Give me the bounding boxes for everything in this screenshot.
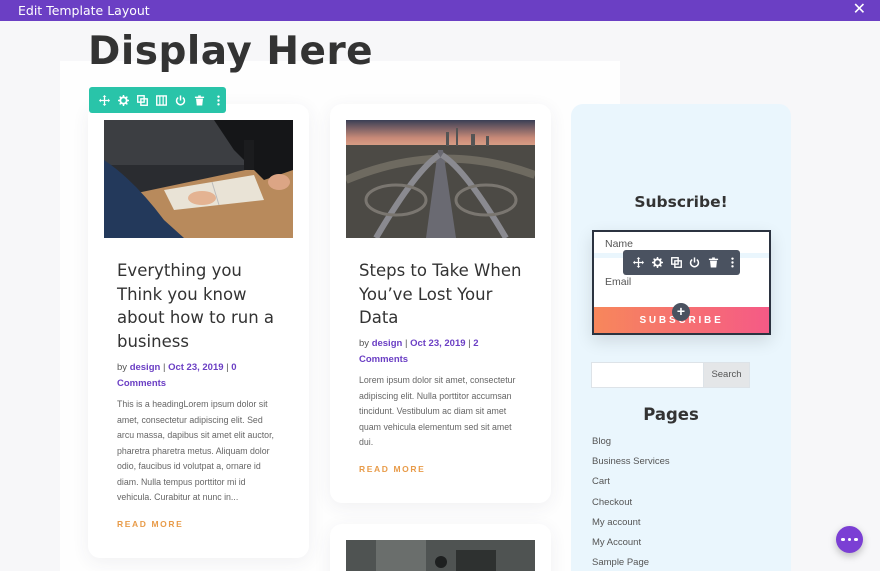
post-title[interactable]: Everything you Think you know about how … bbox=[117, 259, 287, 353]
more-dots-icon[interactable] bbox=[836, 526, 863, 553]
builder-canvas: Display Here Everything you Think you kn… bbox=[0, 21, 880, 571]
search-input[interactable] bbox=[591, 362, 704, 388]
post-image[interactable] bbox=[346, 540, 535, 571]
columns-icon[interactable] bbox=[154, 92, 170, 108]
page-link[interactable]: My Account bbox=[592, 533, 670, 553]
pages-title: Pages bbox=[643, 405, 699, 424]
blog-post-card[interactable] bbox=[330, 524, 551, 571]
pages-list: Blog Business Services Cart Checkout My … bbox=[592, 432, 670, 571]
page-link[interactable]: Sample Page bbox=[592, 553, 670, 571]
page-heading: Display Here bbox=[88, 29, 374, 74]
read-more-link[interactable]: READ MORE bbox=[359, 464, 425, 474]
post-date: Oct 23, 2019 bbox=[168, 362, 224, 373]
post-image[interactable] bbox=[104, 120, 293, 238]
post-date: Oct 23, 2019 bbox=[410, 338, 466, 349]
post-title[interactable]: Steps to Take When You’ve Lost Your Data bbox=[359, 259, 529, 330]
page-link[interactable]: My account bbox=[592, 513, 670, 533]
post-author[interactable]: design bbox=[372, 338, 403, 349]
move-icon[interactable] bbox=[97, 92, 113, 108]
post-meta: by design | Oct 23, 2019 | 0 Comments bbox=[117, 362, 237, 389]
blog-post-card[interactable]: Steps to Take When You’ve Lost Your Data… bbox=[330, 104, 551, 503]
gear-icon[interactable] bbox=[116, 92, 132, 108]
more-icon[interactable] bbox=[724, 255, 740, 271]
module-toolbar bbox=[623, 250, 740, 275]
post-author[interactable]: design bbox=[130, 362, 161, 373]
more-icon[interactable] bbox=[210, 92, 226, 108]
read-more-link[interactable]: READ MORE bbox=[117, 519, 183, 529]
blog-post-card[interactable]: Everything you Think you know about how … bbox=[88, 104, 309, 558]
subscribe-title: Subscribe! bbox=[634, 193, 728, 211]
page-link[interactable]: Cart bbox=[592, 472, 670, 492]
row-toolbar bbox=[89, 87, 226, 113]
title-bar: Edit Template Layout ✕ bbox=[0, 0, 880, 21]
duplicate-icon[interactable] bbox=[135, 92, 151, 108]
page-link[interactable]: Checkout bbox=[592, 493, 670, 513]
page-link[interactable]: Blog bbox=[592, 432, 670, 452]
power-icon[interactable] bbox=[687, 255, 703, 271]
trash-icon[interactable] bbox=[191, 92, 207, 108]
close-icon[interactable]: ✕ bbox=[853, 1, 866, 19]
search-button[interactable]: Search bbox=[703, 362, 750, 388]
move-icon[interactable] bbox=[631, 255, 647, 271]
post-excerpt: This is a headingLorem ipsum dolor sit a… bbox=[117, 399, 274, 502]
page-link[interactable]: Business Services bbox=[592, 452, 670, 472]
post-image[interactable] bbox=[346, 120, 535, 238]
window-title: Edit Template Layout bbox=[18, 3, 150, 18]
power-icon[interactable] bbox=[172, 92, 188, 108]
post-meta: by design | Oct 23, 2019 | 2 Comments bbox=[359, 338, 479, 365]
post-excerpt: Lorem ipsum dolor sit amet, consectetur … bbox=[359, 375, 516, 447]
trash-icon[interactable] bbox=[706, 255, 722, 271]
plus-icon[interactable]: + bbox=[672, 303, 690, 321]
gear-icon[interactable] bbox=[650, 255, 666, 271]
duplicate-icon[interactable] bbox=[668, 255, 684, 271]
